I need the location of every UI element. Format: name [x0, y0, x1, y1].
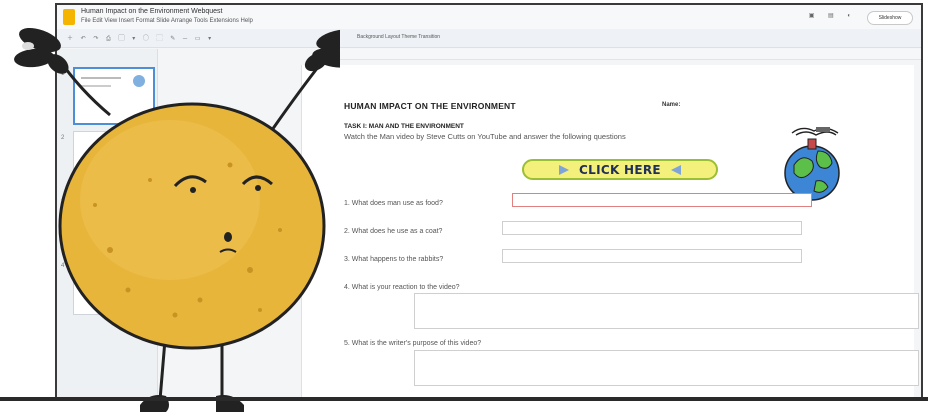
question-2: 2. What does he use as a coat? [344, 228, 443, 235]
question-3: 3. What happens to the rabbits? [344, 256, 444, 263]
arrow-right-icon [559, 164, 570, 175]
toolbar-slide-actions[interactable]: Background Layout Theme Transition [357, 34, 440, 40]
answer-field-5[interactable] [414, 350, 919, 386]
click-here-button[interactable]: CLICK HERE [522, 159, 718, 180]
answer-field-1[interactable] [512, 193, 812, 207]
screenshot-stage: Human Impact on the Environment Webquest… [0, 0, 928, 415]
slideshow-button[interactable]: Slideshow [867, 11, 913, 25]
name-label[interactable]: Name: [662, 102, 680, 108]
slide-title[interactable]: HUMAN IMPACT ON THE ENVIRONMENT [344, 101, 516, 111]
task-heading[interactable]: TASK I: MAN AND THE ENVIRONMENT [344, 123, 464, 130]
answer-field-2[interactable] [502, 221, 802, 235]
header-icons[interactable]: ▣ ▤ ◐ [809, 12, 857, 19]
arrow-left-icon [670, 164, 681, 175]
question-5: 5. What is the writer's purpose of this … [344, 340, 482, 347]
answer-field-3[interactable] [502, 249, 802, 263]
question-1: 1. What does man use as food? [344, 200, 443, 207]
potato-mascot-illustration [14, 27, 340, 412]
task-instructions[interactable]: Watch the Man video by Steve Cutts on Yo… [344, 132, 746, 142]
floor-line [0, 397, 928, 401]
answer-field-4[interactable] [414, 293, 919, 329]
horizontal-ruler [327, 49, 921, 60]
question-4: 4. What is your reaction to the video? [344, 284, 460, 291]
slide-canvas[interactable]: HUMAN IMPACT ON THE ENVIRONMENT Name: TA… [301, 65, 919, 397]
click-here-label: CLICK HERE [579, 162, 661, 177]
